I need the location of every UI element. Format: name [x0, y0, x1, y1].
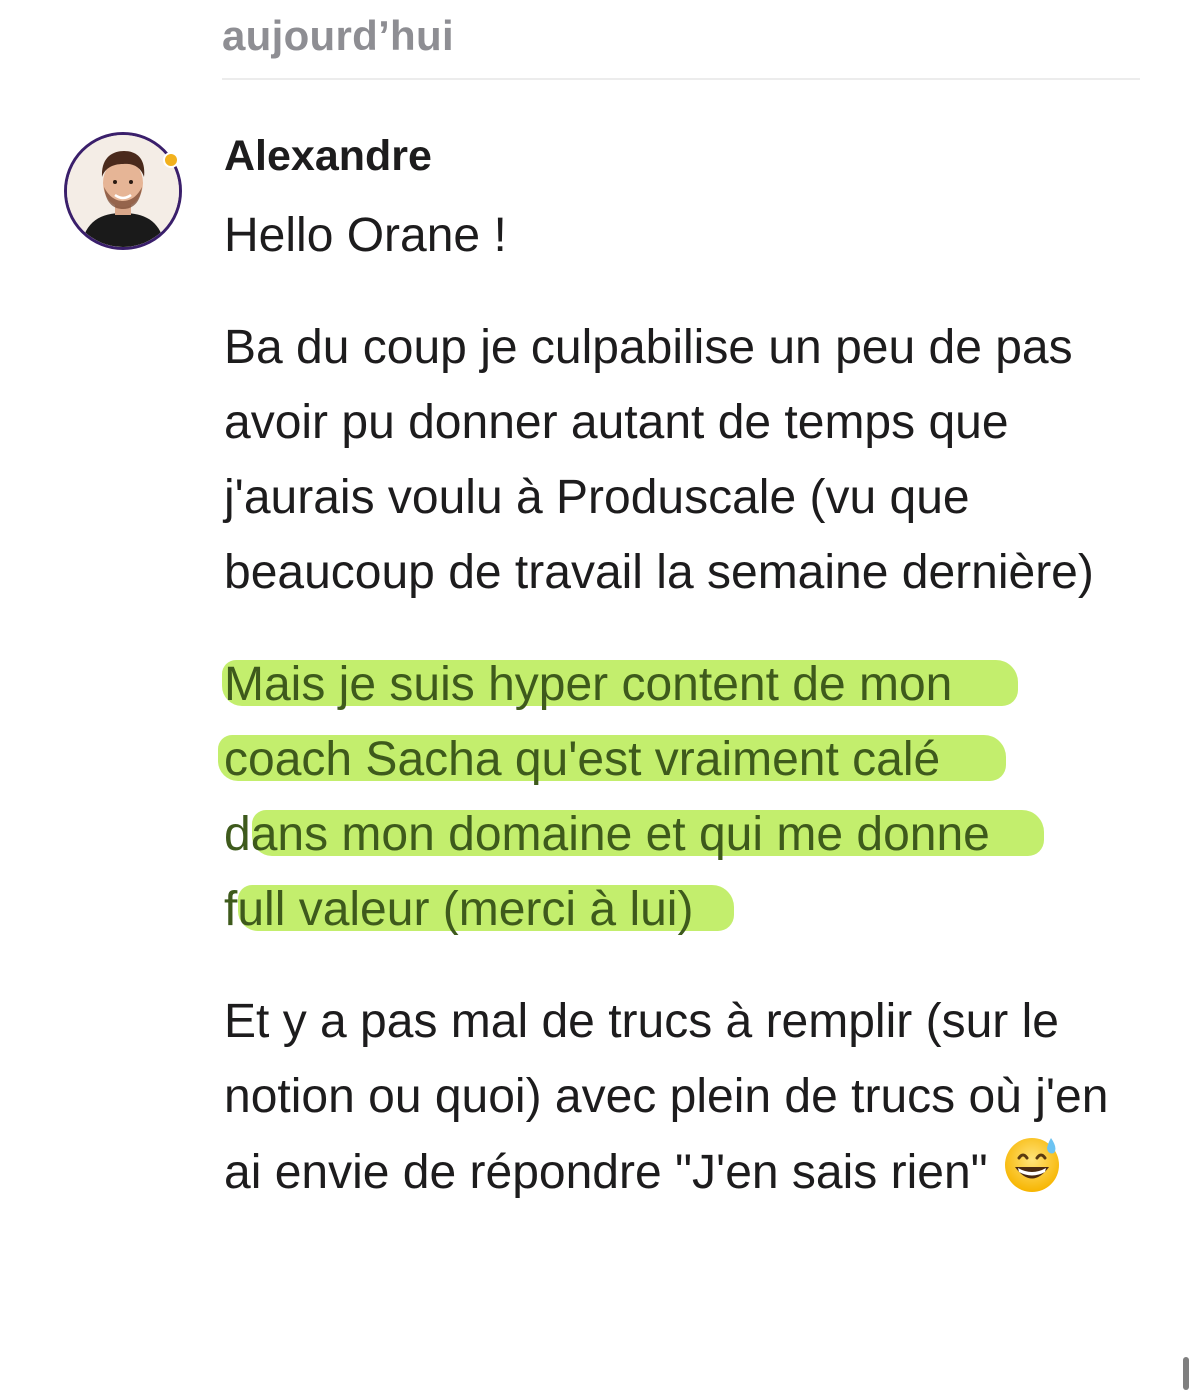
scrollbar-thumb[interactable] [1183, 1357, 1189, 1390]
date-header: aujourd’hui [222, 12, 454, 59]
highlighted-line: full valeur (merci à lui) [224, 872, 1144, 947]
highlighted-paragraph: Mais je suis hyper content de mon coach … [218, 647, 1144, 947]
message-paragraph: Et y a pas mal de trucs à remplir (sur l… [224, 984, 1144, 1216]
highlighted-line: coach Sacha qu'est vraiment calé [218, 722, 1144, 797]
date-divider [222, 78, 1140, 80]
message-body: Hello Orane ! Ba du coup je culpabilise … [218, 198, 1144, 1253]
avatar-container[interactable] [64, 132, 182, 250]
message-author[interactable]: Alexandre [224, 132, 432, 181]
avatar-portrait-icon [67, 135, 179, 247]
highlighted-line: dans mon domaine et qui me donne [224, 797, 1144, 872]
message-paragraph: Ba du coup je culpabilise un peu de pas … [224, 321, 1094, 599]
highlighted-line: Mais je suis hyper content de mon [222, 647, 1144, 722]
presence-status-dot [163, 152, 179, 168]
message-paragraph: Hello Orane ! [224, 209, 507, 262]
avatar[interactable] [64, 132, 182, 250]
grinning-face-with-sweat-emoji [1002, 1134, 1062, 1216]
